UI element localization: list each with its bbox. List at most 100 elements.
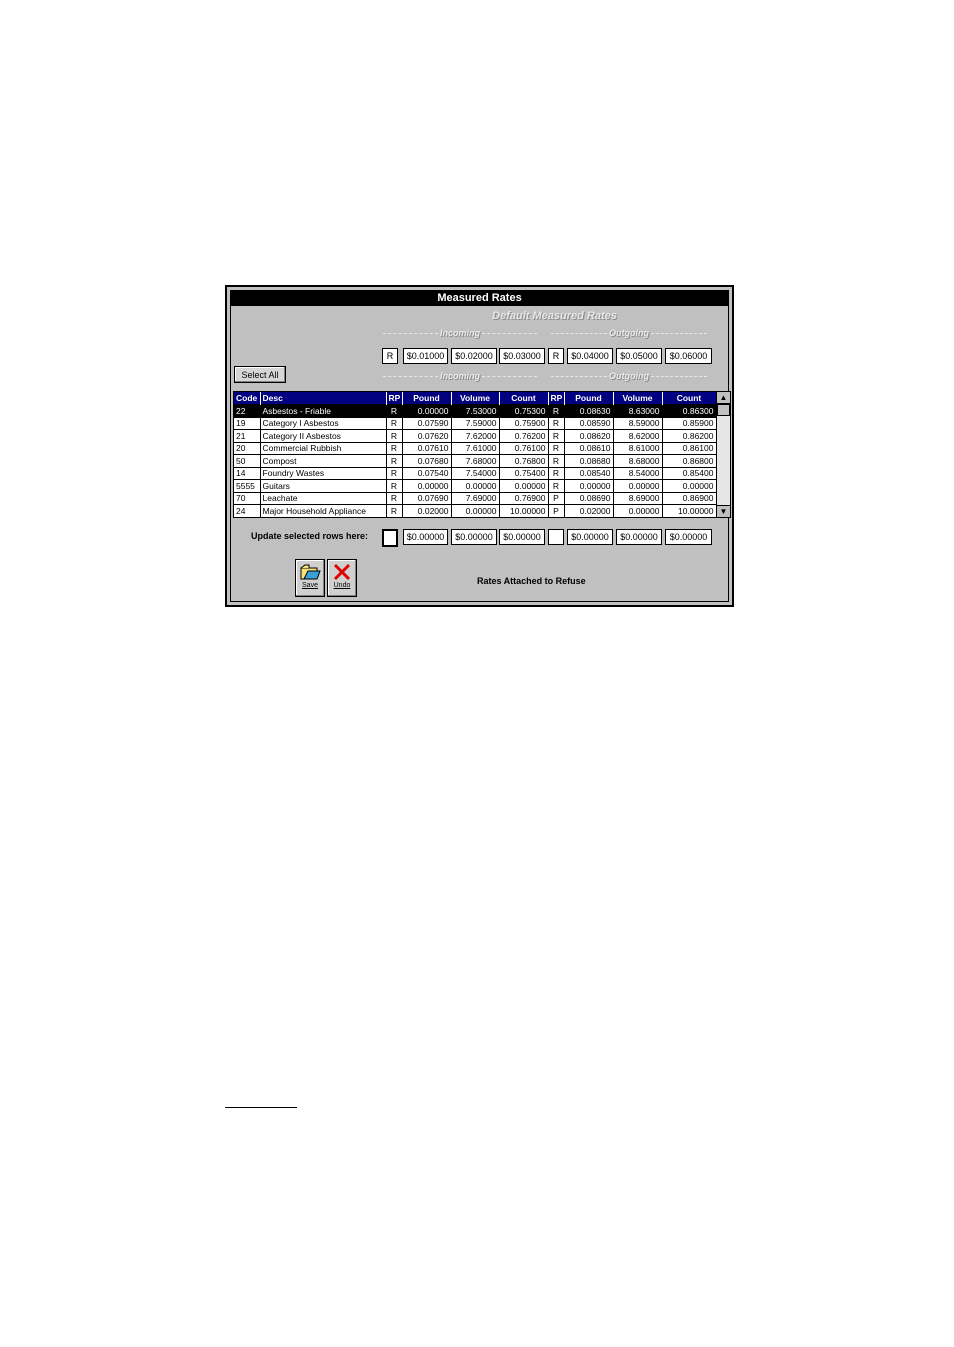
table-cell[interactable]: R [548,416,565,430]
table-cell[interactable]: 0.86200 [662,429,717,442]
table-cell[interactable]: 7.68000 [451,454,500,467]
table-cell[interactable]: 0.00000 [613,479,663,492]
column-header[interactable]: Pound [564,392,614,405]
default-outgoing-volume[interactable]: $0.05000 [616,348,662,364]
table-cell[interactable]: Asbestos - Friable [260,404,387,417]
scroll-thumb[interactable] [717,404,730,416]
table-cell[interactable]: 0.00000 [564,479,614,492]
default-outgoing-rp[interactable]: R [548,348,564,364]
column-header[interactable]: Desc [260,392,387,405]
table-cell[interactable]: R [386,429,403,442]
table-cell[interactable]: 0.08620 [564,429,614,442]
table-cell[interactable]: Leachate [260,491,387,505]
table-cell[interactable]: R [386,516,403,517]
update-outgoing-rp[interactable] [548,529,564,545]
table-cell[interactable]: R [548,516,565,517]
column-header[interactable]: Pound [402,392,452,405]
table-cell[interactable]: 7.69000 [451,491,500,505]
table-row[interactable]: 19 Category I Asbestos R 0.07590 7.59000 0.75… [234,416,717,430]
table-cell[interactable]: Category I Asbestos [260,416,387,430]
table-cell[interactable]: 0.02000 [402,504,452,517]
table-cell[interactable]: 8.59000 [613,416,663,430]
table-row[interactable]: 21 Category II Asbestos R 0.07620 7.62000 0.7… [234,429,717,442]
select-all-button[interactable]: Select All [234,366,286,383]
arrow-down-icon[interactable]: ▼ [717,505,730,517]
default-outgoing-count[interactable]: $0.06000 [665,348,712,364]
column-header[interactable]: Count [662,392,717,405]
column-header[interactable]: Code [234,392,261,405]
table-cell[interactable]: 8.51000 [613,516,663,517]
update-outgoing-volume[interactable]: $0.00000 [616,529,662,545]
table-cell[interactable]: 8.63000 [613,404,663,417]
table-cell[interactable]: P [548,491,565,505]
table-cell[interactable]: 0.00000 [402,479,452,492]
vertical-scrollbar[interactable]: ▲ ▼ [716,392,730,517]
table-cell[interactable]: 7.54000 [451,466,500,480]
table-cell[interactable]: 0.07540 [402,466,452,480]
table-cell[interactable]: 0.07590 [402,416,452,430]
table-cell[interactable]: 0.76800 [499,454,549,467]
rates-grid[interactable]: Code Desc RP Pound Volume Count RP Pound… [233,391,731,518]
table-cell[interactable]: 0.76900 [499,491,549,505]
table-cell[interactable]: MSW - Commercial [260,516,387,517]
table-cell[interactable]: 0.86300 [662,404,717,417]
table-cell[interactable]: 0.85900 [662,416,717,430]
table-cell[interactable]: 22 [234,404,261,417]
table-cell[interactable]: 0.75900 [499,416,549,430]
table-cell[interactable]: R [548,404,565,417]
table-row[interactable]: 14 Foundry Wastes R 0.07540 7.54000 0.75400 R 0… [234,466,717,480]
table-cell[interactable]: 8.69000 [613,491,663,505]
table-cell[interactable]: 8.61000 [613,441,663,455]
table-cell[interactable]: 0.76200 [499,429,549,442]
update-incoming-pound[interactable]: $0.00000 [403,529,448,545]
table-cell[interactable]: 0.08590 [564,416,614,430]
column-header[interactable]: Count [499,392,549,405]
table-cell[interactable]: R [386,504,403,517]
table-cell[interactable]: 70 [234,491,261,505]
table-cell[interactable]: 0.08610 [564,441,614,455]
update-incoming-rp[interactable] [382,529,398,547]
table-cell[interactable]: 8.62000 [613,429,663,442]
table-cell[interactable]: 0.00000 [613,504,663,517]
table-cell[interactable]: 50 [234,454,261,467]
table-cell[interactable]: 0.08540 [564,466,614,480]
table-cell[interactable]: Foundry Wastes [260,466,387,480]
table-cell[interactable]: 0.76100 [499,441,549,455]
table-cell[interactable]: 24 [234,504,261,517]
table-cell[interactable]: R [548,466,565,480]
table-cell[interactable]: 0.07680 [402,454,452,467]
table-cell[interactable]: R [386,404,403,417]
table-cell[interactable]: 0.00000 [402,404,452,417]
table-cell[interactable]: 14 [234,466,261,480]
table-cell[interactable]: 0.08680 [564,454,614,467]
default-incoming-pound[interactable]: $0.01000 [403,348,448,364]
table-cell[interactable]: 0.08630 [564,404,614,417]
table-cell[interactable]: 0.00000 [451,504,500,517]
column-header[interactable]: Volume [613,392,663,405]
table-cell[interactable]: 0.85100 [662,516,717,517]
update-outgoing-count[interactable]: $0.00000 [665,529,712,545]
table-cell[interactable]: 7.61000 [451,441,500,455]
table-cell[interactable]: 8.68000 [613,454,663,467]
save-button[interactable]: Save [295,559,325,597]
table-cell[interactable]: 0.75300 [499,404,549,417]
update-incoming-volume[interactable]: $0.00000 [451,529,497,545]
table-cell[interactable]: 0.85400 [662,466,717,480]
table-cell[interactable]: R [548,441,565,455]
table-row[interactable]: 22 Asbestos - Friable R 0.00000 7.53000 0.753… [234,404,717,417]
table-cell[interactable]: 11 [234,516,261,517]
column-header[interactable]: Volume [451,392,500,405]
table-cell[interactable]: R [548,429,565,442]
table-cell[interactable]: 20 [234,441,261,455]
table-cell[interactable]: 0.00000 [499,479,549,492]
table-cell[interactable]: 0.08510 [564,516,614,517]
default-incoming-count[interactable]: $0.03000 [499,348,545,364]
table-cell[interactable]: 0.02000 [564,504,614,517]
table-cell[interactable]: R [386,441,403,455]
table-cell[interactable]: 0.07620 [402,429,452,442]
table-row[interactable]: 5555 Guitars R 0.00000 0.00000 0.00000 R 0.0000… [234,479,717,492]
table-cell[interactable]: 8.54000 [613,466,663,480]
table-cell[interactable]: 7.51000 [451,516,500,517]
default-outgoing-pound[interactable]: $0.04000 [567,348,613,364]
table-cell[interactable]: R [386,479,403,492]
